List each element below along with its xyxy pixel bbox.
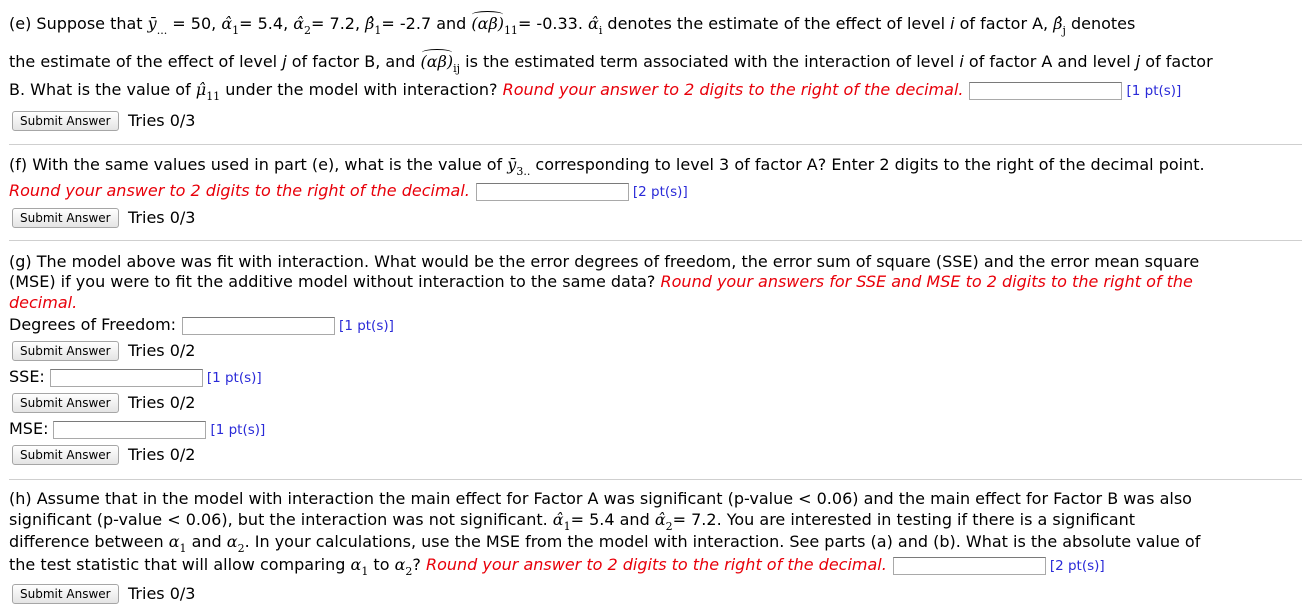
part-g-line-1: (g) The model above was fit with interac… — [9, 252, 1200, 271]
part-e-line-1: (e) Suppose that ȳ... = 50, α̂1= 5.4, α̂… — [9, 11, 1136, 37]
round-instruction: Round your answer to 2 digits to the rig… — [425, 555, 887, 574]
alpha1-hat-symbol: α̂1 — [552, 510, 571, 533]
submit-button-f[interactable]: Submit Answer — [12, 208, 119, 228]
df-row: Degrees of Freedom: [1 pt(s)] — [9, 315, 394, 336]
sse-input[interactable] — [49, 368, 203, 387]
betaj-hat-symbol: β̂j — [1053, 14, 1066, 37]
ybar-symbol: ȳ... — [147, 14, 168, 37]
points-badge: [2 pt(s)] — [1049, 558, 1105, 574]
answer-input-f[interactable] — [475, 182, 629, 201]
alpha2-hat-symbol: α̂2 — [654, 510, 673, 533]
answer-input-e[interactable] — [969, 81, 1123, 100]
sse-row: SSE: [1 pt(s)] — [9, 367, 262, 388]
tries-counter-sse: Tries 0/2 — [128, 393, 196, 412]
alphabeta11-hat-symbol: (αβ)11 — [471, 11, 518, 37]
mse-label: MSE: — [9, 419, 49, 438]
mu11-hat-symbol: μ̂11 — [195, 80, 221, 103]
part-e-line-3: B. What is the value of μ̂11 under the m… — [9, 80, 1182, 103]
part-h-line-3: difference between α1 and α2. In your ca… — [9, 532, 1201, 555]
part-h-line-2: significant (p-value < 0.06), but the in… — [9, 510, 1136, 533]
points-badge: [1 pt(s)] — [1126, 83, 1182, 99]
part-f-line-1: (f) With the same values used in part (e… — [9, 155, 1205, 178]
alpha1-symbol: α1 — [350, 555, 369, 578]
tries-counter-f: Tries 0/3 — [128, 208, 196, 227]
df-label: Degrees of Freedom: — [9, 315, 177, 334]
ybar3-symbol: ȳ3.. — [507, 155, 531, 178]
round-instruction: Round your answer to 2 digits to the rig… — [502, 80, 964, 99]
alpha1-symbol: α1 — [168, 532, 187, 555]
separator — [9, 479, 1302, 480]
submit-button-mse[interactable]: Submit Answer — [12, 445, 119, 465]
tries-counter-e: Tries 0/3 — [128, 111, 196, 130]
tries-counter-mse: Tries 0/2 — [128, 445, 196, 464]
submit-button-sse[interactable]: Submit Answer — [12, 393, 119, 413]
submit-button-h[interactable]: Submit Answer — [12, 584, 119, 604]
answer-input-h[interactable] — [892, 556, 1046, 575]
alpha2-symbol: α2 — [226, 532, 245, 555]
part-h-line-1: (h) Assume that in the model with intera… — [9, 489, 1192, 508]
alphai-hat-symbol: α̂i — [588, 14, 603, 37]
beta1-hat-symbol: β̂1 — [365, 14, 382, 37]
tries-counter-df: Tries 0/2 — [128, 341, 196, 360]
part-h-line-4: the test statistic that will allow compa… — [9, 555, 1105, 578]
separator — [9, 240, 1302, 241]
mse-row: MSE: [1 pt(s)] — [9, 419, 265, 440]
points-badge: [1 pt(s)] — [210, 422, 266, 438]
df-input[interactable] — [182, 316, 336, 335]
alpha1-hat-symbol: α̂1 — [221, 14, 240, 37]
separator — [9, 144, 1302, 145]
part-g-line-2: (MSE) if you were to fit the additive mo… — [9, 272, 1193, 291]
alphabeta-ij-hat-symbol: (αβ)ij — [420, 49, 461, 75]
submit-button-e[interactable]: Submit Answer — [12, 111, 119, 131]
points-badge: [1 pt(s)] — [339, 318, 394, 334]
part-f-line-2: Round your answer to 2 digits to the rig… — [9, 181, 688, 202]
points-badge: [1 pt(s)] — [206, 370, 262, 386]
mse-input[interactable] — [53, 420, 207, 439]
alpha2-symbol: α2 — [394, 555, 413, 578]
part-g-line-3: decimal. — [9, 293, 78, 312]
points-badge: [2 pt(s)] — [632, 184, 688, 200]
part-e-line-2: the estimate of the effect of level j of… — [9, 49, 1213, 75]
tries-counter-h: Tries 0/3 — [128, 584, 196, 603]
alpha2-hat-symbol: α̂2 — [293, 14, 312, 37]
submit-button-df[interactable]: Submit Answer — [12, 341, 119, 361]
round-instruction: Round your answer to 2 digits to the rig… — [9, 181, 470, 200]
sse-label: SSE: — [9, 367, 45, 386]
